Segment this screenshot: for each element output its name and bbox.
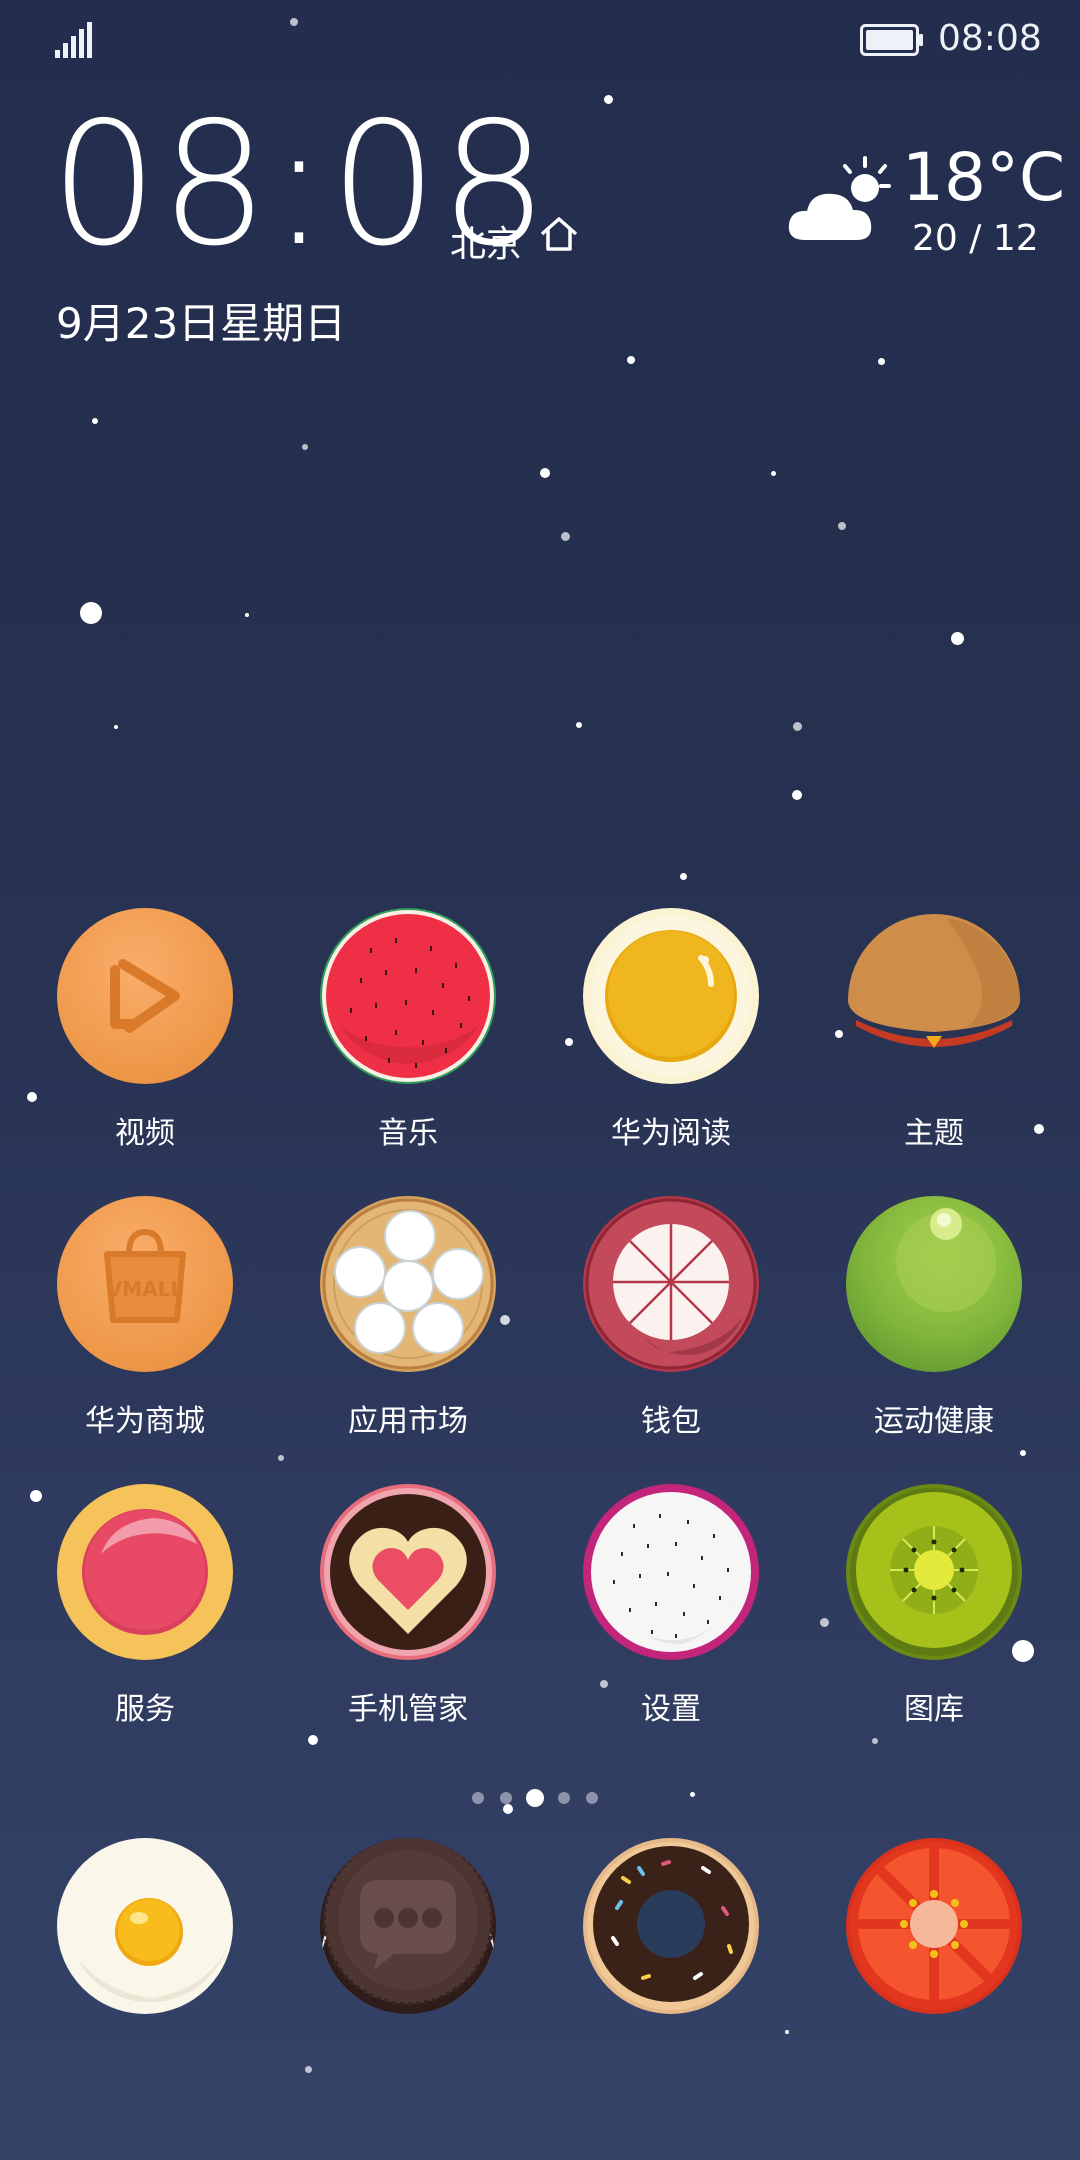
- app-phone-manager[interactable]: 手机管家: [298, 1484, 518, 1728]
- clock-date[interactable]: 9月23日星期日: [56, 290, 346, 351]
- camera-icon[interactable]: [846, 1838, 1022, 2014]
- app-label: 应用市场: [348, 1404, 468, 1439]
- app-label: 服务: [115, 1692, 175, 1727]
- weather-temperature[interactable]: 18°C: [902, 140, 1065, 216]
- partly-cloudy-icon[interactable]: [785, 150, 895, 250]
- home-icon: [540, 217, 578, 251]
- app-label: 华为阅读: [611, 1116, 731, 1151]
- dock-camera[interactable]: [824, 1838, 1044, 2014]
- vmall-logo-text: VMALL: [107, 1277, 184, 1301]
- settings-icon[interactable]: [583, 1484, 759, 1660]
- app-reading[interactable]: 华为阅读: [561, 908, 781, 1152]
- phone-manager-icon[interactable]: [320, 1484, 496, 1660]
- app-label: 图库: [904, 1692, 964, 1727]
- app-gallery[interactable]: 图库: [824, 1484, 1044, 1728]
- app-vmall[interactable]: VMALL 华为商城: [35, 1196, 255, 1440]
- dock-messages[interactable]: [298, 1838, 518, 2014]
- status-bar-time: 08:08: [938, 18, 1042, 59]
- dock-browser[interactable]: [561, 1838, 781, 2014]
- app-video[interactable]: 视频: [35, 908, 255, 1152]
- app-market[interactable]: 应用市场: [298, 1196, 518, 1440]
- page-indicator[interactable]: [472, 1786, 612, 1810]
- music-icon[interactable]: [320, 908, 496, 1084]
- app-label: 运动健康: [874, 1404, 994, 1439]
- theme-icon[interactable]: [846, 908, 1022, 1084]
- health-icon[interactable]: [846, 1196, 1022, 1372]
- gallery-icon[interactable]: [846, 1484, 1022, 1660]
- app-label: 设置: [641, 1692, 701, 1727]
- wallet-icon[interactable]: [583, 1196, 759, 1372]
- app-market-icon[interactable]: [320, 1196, 496, 1372]
- page-dot[interactable]: [586, 1792, 598, 1804]
- dock-phone[interactable]: [35, 1838, 255, 2014]
- app-health[interactable]: 运动健康: [824, 1196, 1044, 1440]
- app-label: 视频: [115, 1116, 175, 1151]
- vmall-icon[interactable]: VMALL: [57, 1196, 233, 1372]
- app-theme[interactable]: 主题: [824, 908, 1044, 1152]
- app-music[interactable]: 音乐: [298, 908, 518, 1152]
- reading-icon[interactable]: [583, 908, 759, 1084]
- video-icon[interactable]: [57, 908, 233, 1084]
- browser-icon[interactable]: [583, 1838, 759, 2014]
- app-label: 钱包: [641, 1404, 701, 1439]
- app-label: 音乐: [378, 1116, 438, 1151]
- page-dot[interactable]: [500, 1792, 512, 1804]
- clock-city[interactable]: 北京: [450, 215, 522, 267]
- messages-icon[interactable]: [320, 1838, 496, 2014]
- page-dot[interactable]: [558, 1792, 570, 1804]
- signal-icon: [55, 22, 92, 58]
- page-dot[interactable]: [472, 1792, 484, 1804]
- app-services[interactable]: 服务: [35, 1484, 255, 1728]
- app-label: 手机管家: [348, 1692, 468, 1727]
- battery-icon: [860, 24, 923, 56]
- phone-icon[interactable]: [57, 1838, 233, 2014]
- app-label: 主题: [904, 1116, 964, 1151]
- app-label: 华为商城: [85, 1404, 205, 1439]
- app-settings[interactable]: 设置: [561, 1484, 781, 1728]
- app-wallet[interactable]: 钱包: [561, 1196, 781, 1440]
- weather-range: 20 / 12: [912, 218, 1039, 259]
- services-icon[interactable]: [57, 1484, 233, 1660]
- page-dot-active[interactable]: [526, 1789, 544, 1807]
